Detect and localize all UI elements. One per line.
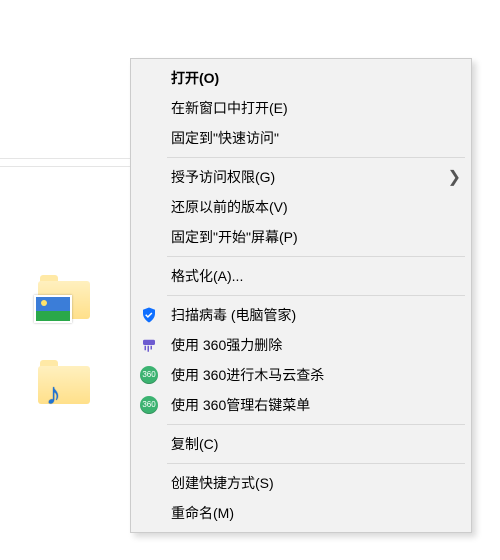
menu-item-format[interactable]: 格式化(A)... <box>131 261 471 291</box>
menu-item-label: 使用 360管理右键菜单 <box>171 395 443 415</box>
menu-item-label: 使用 360进行木马云查杀 <box>171 365 443 385</box>
menu-item-scan-virus[interactable]: 扫描病毒 (电脑管家) <box>131 300 471 330</box>
menu-item-open-new-window[interactable]: 在新窗口中打开(E) <box>131 93 471 123</box>
menu-separator <box>167 424 465 425</box>
menu-item-restore-versions[interactable]: 还原以前的版本(V) <box>131 192 471 222</box>
menu-item-label: 固定到"快速访问" <box>171 128 443 148</box>
360-icon: 360 <box>139 365 159 385</box>
shredder-icon <box>139 335 159 355</box>
menu-item-label: 扫描病毒 (电脑管家) <box>171 305 443 325</box>
menu-item-label: 授予访问权限(G) <box>171 167 443 187</box>
360-icon: 360 <box>139 395 159 415</box>
qq-shield-icon <box>139 305 159 325</box>
menu-item-label: 还原以前的版本(V) <box>171 197 443 217</box>
submenu-arrow-icon: ❯ <box>448 167 461 187</box>
menu-item-pin-quick-access[interactable]: 固定到"快速访问" <box>131 123 471 153</box>
menu-item-label: 固定到"开始"屏幕(P) <box>171 227 443 247</box>
menu-item-pin-start[interactable]: 固定到"开始"屏幕(P) <box>131 222 471 252</box>
menu-item-label: 复制(C) <box>171 434 443 454</box>
menu-item-360-manage-menu[interactable]: 360 使用 360管理右键菜单 <box>131 390 471 420</box>
menu-separator <box>167 157 465 158</box>
menu-item-label: 格式化(A)... <box>171 266 443 286</box>
music-overlay-icon: ♪ <box>46 380 61 410</box>
menu-item-360-force-delete[interactable]: 使用 360强力删除 <box>131 330 471 360</box>
folder-pictures[interactable] <box>38 275 90 319</box>
menu-item-copy[interactable]: 复制(C) <box>131 429 471 459</box>
menu-item-give-access[interactable]: 授予访问权限(G) ❯ <box>131 162 471 192</box>
menu-item-label: 创建快捷方式(S) <box>171 473 443 493</box>
menu-separator <box>167 463 465 464</box>
pictures-overlay-icon <box>34 295 72 323</box>
menu-separator <box>167 295 465 296</box>
menu-item-label: 打开(O) <box>171 68 443 88</box>
menu-item-label: 在新窗口中打开(E) <box>171 98 443 118</box>
menu-item-label: 使用 360强力删除 <box>171 335 443 355</box>
context-menu: 打开(O) 在新窗口中打开(E) 固定到"快速访问" 授予访问权限(G) ❯ 还… <box>130 58 472 533</box>
folder-music[interactable]: ♪ <box>38 360 90 404</box>
menu-separator <box>167 256 465 257</box>
menu-item-open[interactable]: 打开(O) <box>131 63 471 93</box>
menu-item-label: 重命名(M) <box>171 503 443 523</box>
menu-item-360-trojan-scan[interactable]: 360 使用 360进行木马云查杀 <box>131 360 471 390</box>
menu-item-create-shortcut[interactable]: 创建快捷方式(S) <box>131 468 471 498</box>
menu-item-rename[interactable]: 重命名(M) <box>131 498 471 528</box>
